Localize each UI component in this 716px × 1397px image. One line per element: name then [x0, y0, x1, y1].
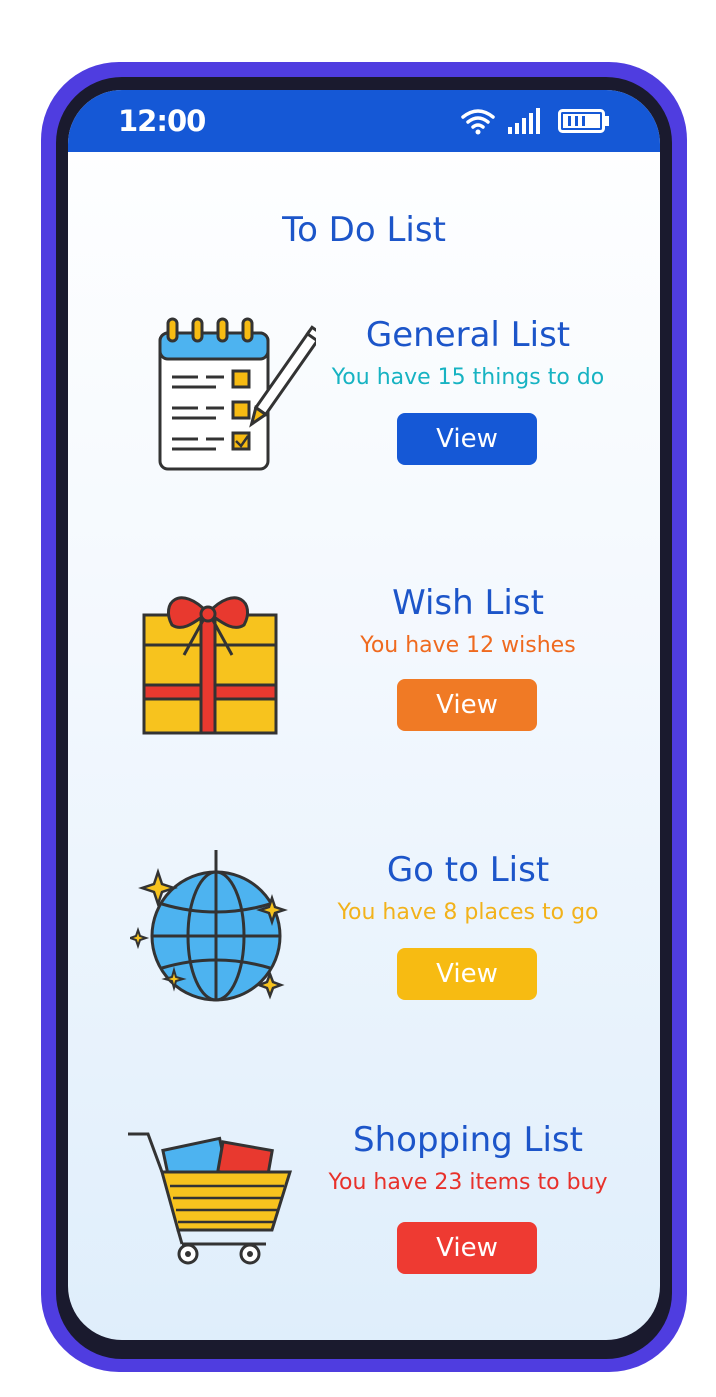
battery-icon	[558, 109, 609, 133]
list-card-goto: Go to List You have 8 places to go View	[68, 850, 660, 1070]
status-time: 12:00	[118, 104, 206, 138]
wifi-icon	[461, 109, 495, 135]
card-subtitle: You have 23 items to buy	[328, 1170, 608, 1195]
page-title: To Do List	[282, 210, 446, 250]
phone-screen: 12:00 To Do List General List You have 1…	[68, 90, 660, 1340]
list-card-general: General List You have 15 things to do Vi…	[68, 315, 660, 535]
card-title: Wish List	[392, 583, 544, 623]
notepad-checklist-icon	[158, 317, 316, 471]
shopping-cart-icon	[128, 1132, 293, 1265]
card-subtitle: You have 8 places to go	[337, 900, 599, 925]
globe-icon	[130, 850, 288, 1002]
list-card-wish: Wish List You have 12 wishes View	[68, 583, 660, 803]
card-title: General List	[365, 315, 571, 355]
signal-icon	[508, 108, 540, 134]
view-shopping-button[interactable]: View	[397, 1222, 537, 1274]
status-bar: 12:00	[68, 90, 660, 152]
card-title: Shopping List	[353, 1120, 583, 1160]
gift-box-icon	[142, 596, 278, 735]
card-title: Go to List	[386, 850, 550, 890]
view-wish-button[interactable]: View	[397, 679, 537, 731]
view-general-button[interactable]: View	[397, 413, 537, 465]
card-subtitle: You have 12 wishes	[360, 633, 576, 658]
card-subtitle: You have 15 things to do	[331, 365, 605, 390]
list-card-shopping: Shopping List You have 23 items to buy V…	[68, 1120, 660, 1340]
view-goto-button[interactable]: View	[397, 948, 537, 1000]
